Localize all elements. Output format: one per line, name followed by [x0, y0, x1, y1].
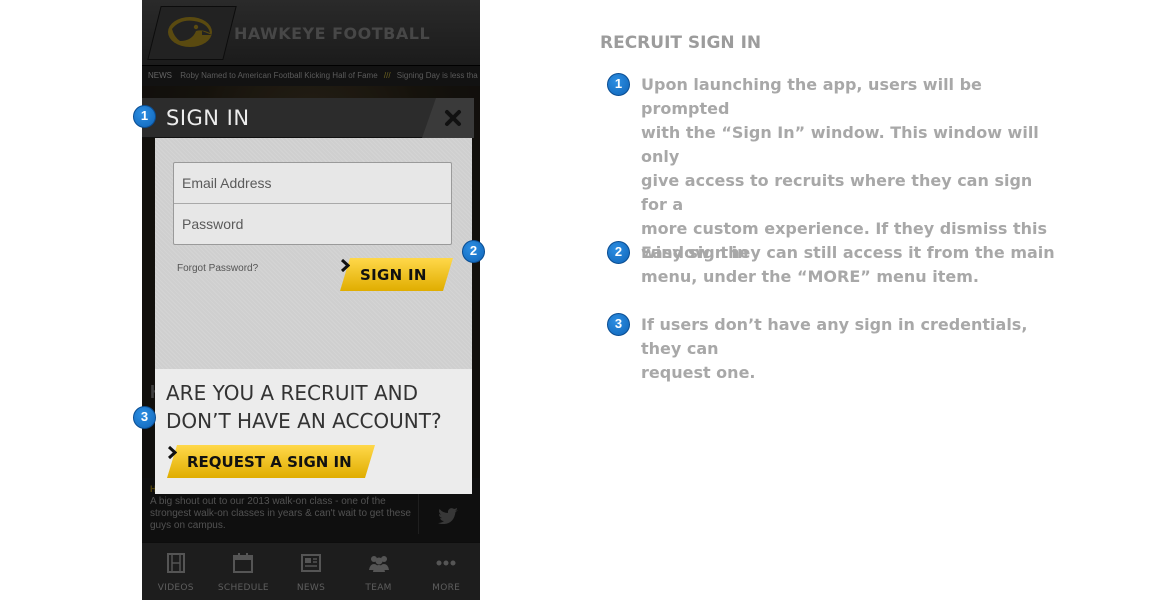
- request-sign-in-button[interactable]: REQUEST A SIGN IN: [167, 445, 377, 478]
- phone-screen: HAWKEYE FOOTBALL NEWS Roby Named to Amer…: [142, 0, 480, 600]
- annotation-line: give access to recruits where they can s…: [641, 171, 1033, 214]
- chevron-right-icon: [340, 258, 350, 273]
- callout-marker-2: 2: [462, 240, 485, 263]
- more-dots-icon: [436, 560, 456, 566]
- recruit-section: ARE YOU A RECRUIT AND DON’T HAVE AN ACCO…: [155, 369, 472, 494]
- tab-label: NEWS: [296, 583, 326, 593]
- annotation-marker-2: 2: [607, 241, 630, 264]
- tab-team[interactable]: TEAM: [345, 543, 413, 600]
- request-sign-in-label: REQUEST A SIGN IN: [187, 453, 352, 471]
- tab-label: MORE: [432, 583, 461, 593]
- calendar-icon: [233, 553, 254, 573]
- tab-label: VIDEOS: [157, 583, 194, 593]
- annotation-marker-3: 3: [607, 313, 630, 336]
- annotation-text-3: If users don’t have any sign in credenti…: [641, 313, 1061, 385]
- app-title: HAWKEYE FOOTBALL: [234, 24, 431, 43]
- newspaper-icon: [300, 554, 321, 572]
- annotation-text-2: Easy sign in: [641, 241, 1061, 265]
- annotation-line: If users don’t have any sign in credenti…: [641, 315, 1028, 358]
- tab-more[interactable]: MORE: [412, 543, 480, 600]
- chevron-right-icon: [167, 445, 177, 460]
- credentials-group: [173, 162, 452, 245]
- close-icon[interactable]: [443, 108, 463, 128]
- ticker-label: NEWS: [148, 71, 172, 80]
- forgot-password-link[interactable]: Forgot Password?: [177, 263, 258, 274]
- team-icon: [368, 556, 389, 572]
- annotation-line: Easy sign in: [641, 243, 749, 262]
- tab-label: TEAM: [365, 583, 392, 593]
- tab-label: SCHEDULE: [217, 583, 269, 593]
- password-field[interactable]: [174, 204, 451, 244]
- hawkeye-logo-icon: [168, 17, 212, 47]
- sign-in-button[interactable]: SIGN IN: [340, 258, 453, 291]
- annotation-marker-1: 1: [607, 73, 630, 96]
- film-icon: [166, 553, 185, 573]
- annotation-title: RECRUIT SIGN IN: [600, 33, 762, 53]
- tab-news[interactable]: NEWS: [277, 543, 345, 600]
- annotation-line: menu, under the “MORE” menu item.: [641, 267, 979, 286]
- recruit-heading-line: DON’T HAVE AN ACCOUNT?: [166, 409, 442, 433]
- recruit-heading-line: ARE YOU A RECRUIT AND: [166, 381, 419, 405]
- tab-schedule[interactable]: SCHEDULE: [210, 543, 278, 600]
- annotation-line: request one.: [641, 363, 756, 382]
- annotation-line: more custom experience. If they dismiss …: [641, 219, 1047, 238]
- sign-in-label: SIGN IN: [360, 266, 427, 284]
- callout-marker-1: 1: [133, 105, 156, 128]
- sign-in-form: Forgot Password? SIGN IN: [155, 138, 472, 369]
- email-field[interactable]: [174, 163, 451, 203]
- tab-videos[interactable]: VIDEOS: [142, 543, 210, 600]
- modal-title: SIGN IN: [166, 106, 250, 130]
- bottom-tab-bar: VIDEOS SCHEDULE NEWS TEAM MORE: [142, 542, 480, 600]
- ticker-headline[interactable]: Signing Day is less tha: [397, 71, 478, 80]
- ticker-separator: ///: [383, 71, 391, 80]
- annotation-line: Upon launching the app, users will be pr…: [641, 75, 982, 118]
- app-header: HAWKEYE FOOTBALL: [142, 0, 480, 66]
- annotation-line: with the “Sign In” window. This window w…: [641, 123, 1039, 166]
- news-ticker[interactable]: NEWS Roby Named to American Football Kic…: [142, 66, 480, 86]
- callout-marker-3: 3: [133, 406, 156, 429]
- ticker-headline[interactable]: Roby Named to American Football Kicking …: [180, 71, 377, 80]
